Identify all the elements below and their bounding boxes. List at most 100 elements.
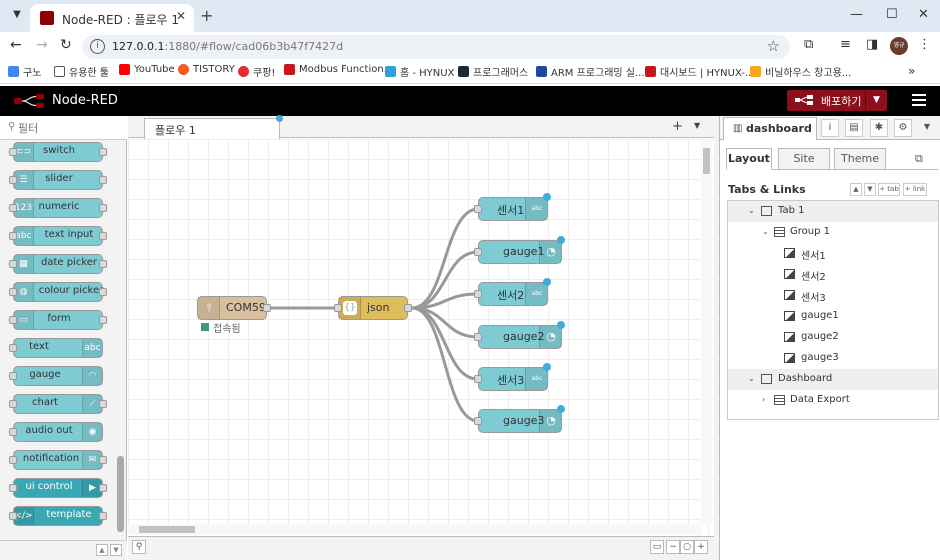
palette-node-form[interactable]: ▭ form [9, 310, 107, 330]
palette-scroll-thumb[interactable] [117, 456, 124, 532]
palette-node-switch[interactable]: ⊂⊃ switch [9, 142, 107, 162]
sidebar-menu-icon[interactable]: ▼ [918, 119, 936, 137]
output-port[interactable] [404, 304, 412, 312]
chevron-down-icon[interactable]: ⌄ [748, 206, 755, 215]
zoom-out-icon[interactable]: − [666, 540, 680, 554]
deploy-button[interactable]: 배포하기 ▼ [787, 90, 887, 111]
tab-theme[interactable]: Theme [834, 148, 886, 170]
add-flow-icon[interactable]: + [672, 119, 683, 134]
reload-icon[interactable]: ↻ [60, 37, 72, 53]
input-port[interactable] [474, 205, 482, 213]
chevron-down-icon[interactable]: ⌄ [762, 227, 769, 236]
bookmark-item[interactable]: 유용한 툴 [54, 64, 109, 79]
bookmark-star-icon[interactable]: ☆ [767, 37, 780, 55]
browser-tab[interactable]: Node-RED : 플로우 1 ✕ [30, 4, 194, 32]
info-icon[interactable]: i [821, 119, 839, 137]
chevron-down-icon[interactable]: ⌄ [748, 374, 755, 383]
input-port[interactable] [474, 290, 482, 298]
minimize-icon[interactable]: — [850, 7, 863, 22]
more-bookmarks-icon[interactable]: » [908, 64, 915, 78]
ui-text-node[interactable]: 센서2 abc [474, 278, 551, 306]
input-port[interactable] [474, 375, 482, 383]
tree-item-tab[interactable]: ⌄ Dashboard [728, 369, 938, 390]
ui-text-node[interactable]: 센서3 abc [474, 363, 551, 391]
zoom-reset-icon[interactable]: ○ [680, 540, 694, 554]
tab-flow-1[interactable]: 플로우 1 [144, 115, 283, 139]
ui-gauge-node[interactable]: gauge3 ◔ [474, 405, 565, 433]
bookmark-item[interactable]: TISTORY [178, 64, 235, 75]
help-book-icon[interactable]: ▤ [845, 119, 863, 137]
input-port[interactable] [474, 417, 482, 425]
extensions-icon[interactable]: ⧉ [804, 37, 813, 52]
palette-node-colour-picker[interactable]: ◍ colour picker [9, 282, 107, 302]
palette-filter-input[interactable] [18, 120, 118, 136]
debug-bug-icon[interactable]: ✱ [870, 119, 888, 137]
bookmark-item[interactable]: 비닐하우스 창고용... [750, 64, 851, 79]
collapse-all-icon[interactable]: ▲ [96, 544, 108, 556]
flow-list-icon[interactable]: ▼ [694, 121, 700, 130]
bookmark-item[interactable]: 프로그래머스 [458, 64, 528, 79]
tab-site[interactable]: Site [778, 148, 830, 170]
bookmark-item[interactable]: YouTube [119, 64, 175, 75]
back-icon[interactable]: ← [10, 37, 22, 53]
canvas-horizontal-scrollbar[interactable] [128, 524, 701, 535]
tree-item-widget[interactable]: gauge1 [728, 306, 938, 327]
tree-item-group[interactable]: › Data Export [728, 390, 938, 411]
palette-node-text[interactable]: text abc [9, 338, 103, 358]
ui-gauge-node[interactable]: gauge1 ◔ [474, 236, 565, 264]
tab-layout[interactable]: Layout [726, 148, 772, 170]
input-port[interactable] [474, 248, 482, 256]
main-menu-icon[interactable] [912, 94, 926, 106]
navigator-map-icon[interactable]: ▭ [650, 540, 664, 554]
search-flows-icon[interactable]: ⚲ [132, 540, 146, 554]
site-info-icon[interactable]: i [90, 39, 105, 54]
new-tab-icon[interactable]: + [200, 6, 213, 25]
serial-in-node[interactable]: ⫯ COM59 [197, 296, 271, 320]
json-node[interactable]: {} json [334, 296, 412, 320]
bookmark-item[interactable]: 구노 [8, 64, 41, 79]
input-port[interactable] [334, 304, 342, 312]
add-tab-button[interactable]: + tab [878, 183, 900, 196]
canvas-vertical-thumb[interactable] [703, 148, 710, 174]
close-window-icon[interactable]: ✕ [918, 7, 929, 22]
profile-avatar[interactable]: 영규 [890, 37, 908, 55]
expand-all-icon[interactable]: ▼ [110, 544, 122, 556]
zoom-in-icon[interactable]: + [694, 540, 708, 554]
palette-node-gauge[interactable]: gauge ◠ [9, 366, 103, 386]
tree-item-tab[interactable]: ⌄ Tab 1 [728, 201, 938, 222]
browser-menu-icon[interactable]: ⋮ [918, 37, 931, 52]
output-port[interactable] [263, 304, 271, 312]
ui-text-node[interactable]: 센서1 abc [474, 193, 551, 221]
palette-node-template[interactable]: </> template [9, 506, 107, 526]
palette-node-audio-out[interactable]: audio out ◉ [9, 422, 103, 442]
bookmark-item[interactable]: Modbus Function... [284, 64, 393, 75]
close-tab-icon[interactable]: ✕ [176, 9, 186, 23]
bookmark-item[interactable]: 대시보드 | HYNUX-... [645, 64, 754, 79]
media-icon[interactable]: ≡ [840, 37, 851, 52]
deploy-dropdown-icon[interactable]: ▼ [865, 90, 887, 111]
palette-node-slider[interactable]: ☰ slider [9, 170, 107, 190]
collapse-icon[interactable]: ▲ [850, 183, 862, 196]
palette-node-chart[interactable]: chart ⟋ [9, 394, 107, 414]
add-link-button[interactable]: + link [903, 183, 927, 196]
open-dashboard-icon[interactable]: ⧉ [915, 152, 923, 166]
tab-search-button[interactable]: ▼ [8, 6, 26, 24]
url-text[interactable]: 127.0.0.1:1880/#flow/cad06b3b47f7427d [112, 40, 343, 53]
forward-icon[interactable]: → [36, 37, 48, 53]
bookmark-item[interactable]: 쿠팡! [238, 64, 275, 79]
config-gear-icon[interactable]: ⚙ [894, 119, 912, 137]
maximize-icon[interactable]: ☐ [886, 7, 898, 22]
canvas-horizontal-thumb[interactable] [139, 526, 195, 533]
ui-gauge-node[interactable]: gauge2 ◔ [474, 321, 565, 349]
bookmark-item[interactable]: 홈 - HYNUX [385, 64, 454, 79]
palette-node-numeric[interactable]: 123 numeric [9, 198, 107, 218]
tree-item-widget[interactable]: gauge3 [728, 348, 938, 369]
tree-item-widget[interactable]: 센서1 [728, 243, 938, 264]
palette-node-ui-control[interactable]: ui control ▶ [9, 478, 107, 498]
expand-icon[interactable]: ▼ [864, 183, 876, 196]
chevron-right-icon[interactable]: › [762, 395, 765, 404]
tree-item-group[interactable]: ⌄ Group 1 [728, 222, 938, 243]
tab-dashboard[interactable]: ▥ dashboard [723, 117, 817, 140]
palette-node-date-picker[interactable]: ▦ date picker [9, 254, 107, 274]
side-panel-icon[interactable]: ◨ [866, 37, 878, 52]
